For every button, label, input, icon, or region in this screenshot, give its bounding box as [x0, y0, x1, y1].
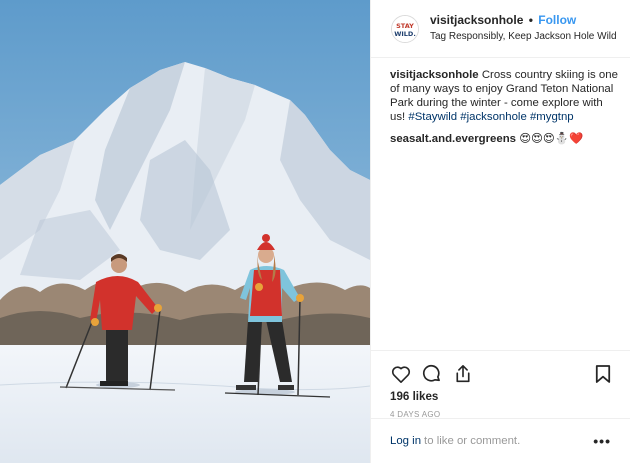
likes-count[interactable]: 196 likes — [371, 387, 630, 403]
post-location[interactable]: Tag Responsibly, Keep Jackson Hole Wild — [430, 30, 617, 44]
svg-text:STAY: STAY — [396, 22, 414, 30]
post-header: STAY WILD. visitjacksonhole • Follow Tag… — [371, 0, 630, 58]
heart-icon[interactable] — [390, 363, 412, 385]
more-options-icon[interactable]: ••• — [593, 433, 611, 449]
caption-hashtags[interactable]: #Staywild #jacksonhole #mygtnp — [408, 111, 573, 123]
action-bar — [371, 351, 630, 387]
comment-text: 😍😍😍⛄❤️ — [519, 133, 584, 145]
caption: visitjacksonhole Cross country skiing is… — [390, 68, 618, 124]
post-age[interactable]: 4 DAYS AGO — [371, 403, 630, 419]
avatar[interactable]: STAY WILD. — [391, 14, 419, 43]
separator-dot: • — [528, 13, 533, 27]
post-username[interactable]: visitjacksonhole — [430, 13, 523, 27]
stay-wild-logo: STAY WILD. — [392, 15, 418, 42]
post-details-panel: STAY WILD. visitjacksonhole • Follow Tag… — [370, 0, 630, 463]
login-prompt: to like or comment. — [424, 435, 521, 447]
comment-username[interactable]: seasalt.and.evergreens — [390, 133, 516, 145]
login-row: Log in to like or comment. ••• — [371, 418, 630, 463]
comment-icon[interactable] — [421, 363, 443, 385]
svg-text:WILD.: WILD. — [394, 30, 416, 38]
follow-button[interactable]: Follow — [538, 13, 576, 27]
caption-username[interactable]: visitjacksonhole — [390, 69, 479, 81]
photo-scene — [0, 0, 370, 463]
login-link[interactable]: Log in — [390, 435, 421, 447]
post-photo[interactable] — [0, 0, 370, 463]
actions-area: 196 likes 4 DAYS AGO — [371, 350, 630, 419]
comments-section: visitjacksonhole Cross country skiing is… — [371, 58, 630, 146]
bookmark-icon[interactable] — [592, 363, 614, 385]
share-icon[interactable] — [452, 363, 474, 385]
comment-item: seasalt.and.evergreens 😍😍😍⛄❤️ — [390, 132, 618, 146]
